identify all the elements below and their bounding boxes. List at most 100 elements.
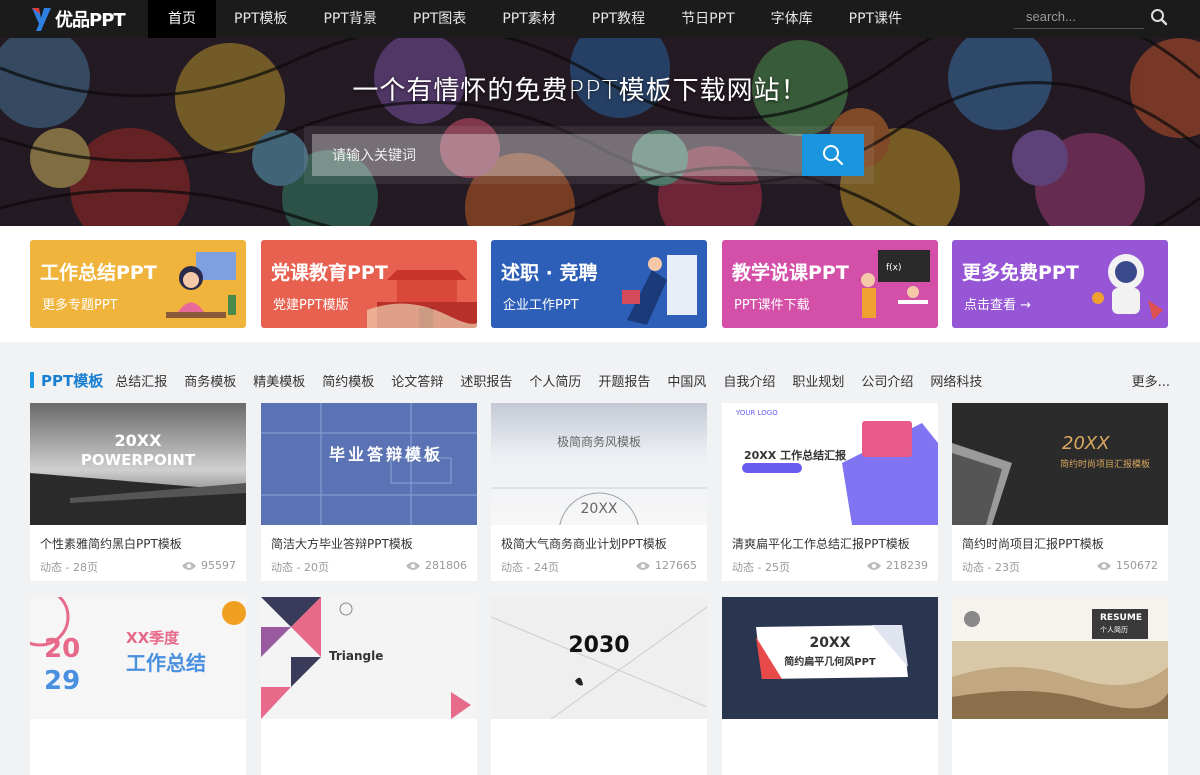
template-thumbnail[interactable]: RESUME 个人简历 bbox=[952, 597, 1168, 719]
banner-more-free[interactable]: 更多免费PPT 点击查看 → bbox=[952, 240, 1168, 328]
category-tab[interactable]: 中国风 bbox=[667, 371, 706, 390]
template-name[interactable]: 简洁大方毕业答辩PPT模板 bbox=[271, 535, 413, 552]
template-name[interactable]: 简约时尚项目汇报PPT模板 bbox=[962, 535, 1104, 552]
banner-title: 更多免费PPT bbox=[962, 262, 1079, 284]
section-accent-bar bbox=[30, 372, 34, 388]
svg-text:20: 20 bbox=[44, 634, 80, 664]
template-card[interactable]: 2030 bbox=[491, 597, 707, 775]
template-thumbnail[interactable]: 极简商务风模板 20XX bbox=[491, 403, 707, 525]
thumb-title: Triangle bbox=[329, 649, 384, 663]
thumb-title: 毕业答辩模板 bbox=[329, 445, 444, 464]
eye-icon bbox=[636, 561, 650, 570]
hero-banner: 一个有情怀的免费PPT模板下载网站！ bbox=[0, 38, 1200, 226]
hero-search-button[interactable] bbox=[802, 134, 864, 176]
nav-item-ppt-tutorials[interactable]: PPT教程 bbox=[574, 0, 663, 38]
banner-title: 党课教育PPT bbox=[271, 262, 388, 284]
template-thumbnail[interactable]: Triangle bbox=[261, 597, 477, 719]
illustration-office-woman-icon bbox=[166, 252, 236, 318]
nav-item-ppt-backgrounds[interactable]: PPT背景 bbox=[305, 0, 394, 38]
banner-report-campaign[interactable]: 述职 · 竞聘 企业工作PPT bbox=[491, 240, 707, 328]
eye-icon bbox=[1097, 561, 1111, 570]
thumb-title: 20XX bbox=[114, 431, 162, 450]
template-thumbnail[interactable]: 20XX 简约时尚项目汇报模板 bbox=[952, 403, 1168, 525]
template-card[interactable]: 20XX 简约时尚项目汇报模板 简约时尚项目汇报PPT模板 动态 - 23页 1… bbox=[952, 403, 1168, 581]
template-card[interactable]: 20XX POWERPOINT 个性素雅简约黑白PPT模板 动态 - 28页 9… bbox=[30, 403, 246, 581]
template-card[interactable]: Triangle bbox=[261, 597, 477, 775]
thumbnail-art bbox=[742, 421, 938, 525]
thumb-subtitle: POWERPOINT bbox=[80, 451, 196, 469]
template-thumbnail[interactable]: 毕业答辩模板 bbox=[261, 403, 477, 525]
category-tab[interactable]: 论文答辩 bbox=[391, 371, 443, 390]
template-thumbnail[interactable]: 2030 bbox=[491, 597, 707, 719]
view-count-value: 218239 bbox=[886, 559, 928, 572]
template-meta: 动态 - 20页 bbox=[271, 561, 329, 574]
banner-subtitle: 更多专题PPT bbox=[42, 298, 118, 313]
template-card[interactable]: 20XX 简约扁平几何风PPT bbox=[722, 597, 938, 775]
category-tab[interactable]: 开题报告 bbox=[598, 371, 650, 390]
template-thumbnail[interactable]: 20 29 XX季度 工作总结 bbox=[30, 597, 246, 719]
view-count-value: 127665 bbox=[655, 559, 697, 572]
banner-work-summary[interactable]: 工作总结PPT 更多专题PPT bbox=[30, 240, 246, 328]
template-card[interactable]: 毕业答辩模板 简洁大方毕业答辩PPT模板 动态 - 20页 281806 bbox=[261, 403, 477, 581]
template-card[interactable]: 极简商务风模板 20XX 极简大气商务商业计划PPT模板 动态 - 24页 12… bbox=[491, 403, 707, 581]
nav-item-ppt-templates[interactable]: PPT模板 bbox=[216, 0, 305, 38]
category-tab[interactable]: 总结汇报 bbox=[115, 371, 167, 390]
category-tab[interactable]: 述职报告 bbox=[460, 371, 512, 390]
logo-text: 优品PPT bbox=[55, 10, 126, 31]
category-tab[interactable]: 自我介绍 bbox=[723, 371, 775, 390]
search-icon[interactable] bbox=[1150, 8, 1168, 26]
banner-teaching[interactable]: f(x) 教学说课PPT PPT课件下载 bbox=[722, 240, 938, 328]
hero-search-input[interactable] bbox=[312, 134, 804, 176]
category-tab[interactable]: 商务模板 bbox=[184, 371, 236, 390]
banner-title: 工作总结PPT bbox=[40, 262, 157, 284]
nav-item-ppt-charts[interactable]: PPT图表 bbox=[395, 0, 484, 38]
ppt-template-section: PPT模板 总结汇报 商务模板 精美模板 简约模板 论文答辩 述职报告 个人简历… bbox=[0, 342, 1200, 775]
svg-text:29: 29 bbox=[44, 666, 80, 696]
illustration-classroom-icon: f(x) bbox=[861, 250, 930, 318]
template-card[interactable]: 20 29 XX季度 工作总结 bbox=[30, 597, 246, 775]
more-link[interactable]: 更多... bbox=[1132, 371, 1170, 390]
section-title[interactable]: PPT模板 bbox=[41, 370, 103, 391]
banner-party-education[interactable]: 党课教育PPT 党建PPT模版 bbox=[261, 240, 477, 328]
template-name[interactable]: 极简大气商务商业计划PPT模板 bbox=[501, 535, 667, 552]
template-name[interactable]: 清爽扁平化工作总结汇报PPT模板 bbox=[732, 535, 910, 552]
site-logo[interactable]: 优品PPT bbox=[0, 0, 148, 38]
category-tab[interactable]: 精美模板 bbox=[253, 371, 305, 390]
category-tab[interactable]: 简约模板 bbox=[322, 371, 374, 390]
section-header: PPT模板 总结汇报 商务模板 精美模板 简约模板 论文答辩 述职报告 个人简历… bbox=[30, 370, 1170, 390]
svg-text:f(x): f(x) bbox=[886, 263, 902, 273]
nav-item-holiday-ppt[interactable]: 节日PPT bbox=[663, 0, 752, 38]
template-card[interactable]: YOUR LOGO 20XX 工作总结汇报 清爽扁平化工作总结汇报PPT模板 动… bbox=[722, 403, 938, 581]
banner-title: 教学说课PPT bbox=[732, 262, 849, 284]
view-count-value: 95597 bbox=[201, 559, 236, 572]
thumb-title: 20XX bbox=[1062, 433, 1110, 454]
category-tab[interactable]: 个人简历 bbox=[529, 371, 581, 390]
template-meta: 动态 - 28页 bbox=[40, 561, 98, 574]
thumb-title: RESUME bbox=[1100, 613, 1142, 623]
nav-item-ppt-materials[interactable]: PPT素材 bbox=[484, 0, 573, 38]
category-tab[interactable]: 职业规划 bbox=[792, 371, 844, 390]
nav-item-home[interactable]: 首页 bbox=[148, 0, 216, 38]
banner-subtitle: 企业工作PPT bbox=[503, 298, 579, 313]
logo-mark-icon bbox=[32, 8, 51, 31]
template-thumbnail[interactable]: 20XX POWERPOINT bbox=[30, 403, 246, 525]
category-tab[interactable]: 公司介绍 bbox=[861, 371, 913, 390]
thumb-subtitle: 20XX bbox=[580, 501, 618, 517]
category-tab[interactable]: 网络科技 bbox=[930, 371, 982, 390]
template-name[interactable]: 个性素雅简约黑白PPT模板 bbox=[40, 535, 182, 552]
search-icon bbox=[823, 145, 844, 166]
view-count: 95597 bbox=[181, 559, 236, 572]
main-menu: 首页 PPT模板 PPT背景 PPT图表 PPT素材 PPT教程 节日PPT 字… bbox=[148, 0, 920, 38]
banner-subtitle: 点击查看 → bbox=[964, 298, 1032, 313]
template-card[interactable]: RESUME 个人简历 bbox=[952, 597, 1168, 775]
eye-icon bbox=[182, 561, 196, 570]
thumb-title: XX季度 bbox=[126, 629, 180, 647]
thumb-title: 20XX bbox=[809, 635, 851, 651]
top-search-input[interactable] bbox=[1014, 5, 1144, 27]
template-thumbnail[interactable]: 20XX 简约扁平几何风PPT bbox=[722, 597, 938, 719]
nav-item-ppt-courseware[interactable]: PPT课件 bbox=[831, 0, 920, 38]
template-thumbnail[interactable]: YOUR LOGO 20XX 工作总结汇报 bbox=[722, 403, 938, 525]
eye-icon bbox=[406, 561, 420, 570]
nav-item-fonts[interactable]: 字体库 bbox=[753, 0, 831, 38]
thumb-title: 20XX 工作总结汇报 bbox=[744, 449, 847, 462]
